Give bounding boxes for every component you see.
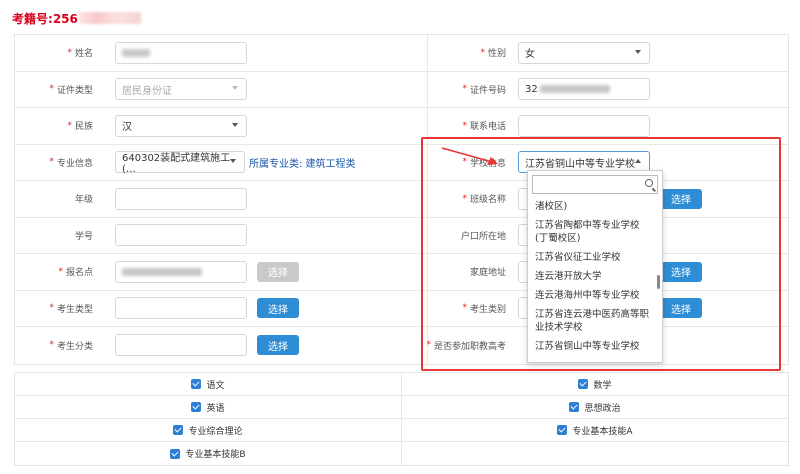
school-option[interactable]: 江苏省仪征工业学校 xyxy=(528,248,656,267)
class-name-label: * 班级名称 xyxy=(462,193,506,206)
candidate-type-select-button[interactable]: 选择 xyxy=(257,298,299,319)
name-input[interactable] xyxy=(115,41,247,64)
id-number-input[interactable]: 32 xyxy=(518,78,650,101)
phone-label: * 联系电话 xyxy=(462,120,506,133)
form-row: 学号 户口所在地 xyxy=(15,217,788,254)
home-address-select-button[interactable]: 选择 xyxy=(660,261,702,282)
candidate-category-label: * 考生类别 xyxy=(462,303,506,315)
checkbox-checked-icon[interactable] xyxy=(170,448,181,459)
subject-checklist: 语文 数学 英语 思想政治 专业综合理论 专业基本技能A 专业基本技能B xyxy=(14,372,789,466)
annotation-arrow-icon xyxy=(441,147,498,165)
vocational-label: * 是否参加职教高考 xyxy=(426,340,506,352)
subject-row: 语文 数学 xyxy=(15,373,788,396)
checkbox-checked-icon[interactable] xyxy=(557,425,568,435)
form-row: 年级 * 班级名称 选择 xyxy=(15,181,788,218)
redacted-region xyxy=(78,12,141,24)
subject-item[interactable]: 专业基本技能A xyxy=(402,419,788,441)
candidate-type-input[interactable] xyxy=(115,297,247,320)
checkbox-checked-icon[interactable] xyxy=(173,425,184,435)
exam-number-value: 256 xyxy=(52,12,78,26)
chevron-down-icon xyxy=(635,49,641,54)
subject-item[interactable]: 专业综合理论 xyxy=(15,419,402,441)
subject-item[interactable]: 专业基本技能B xyxy=(15,442,402,465)
grade-input[interactable] xyxy=(115,187,247,210)
form-row: * 证件类型 居民身份证 * 证件号码 32 xyxy=(15,71,788,108)
id-type-label: * 证件类型 xyxy=(49,84,93,96)
subject-row: 英语 思想政治 xyxy=(15,396,788,419)
subject-item-empty xyxy=(402,442,788,465)
gender-select[interactable]: 女 xyxy=(518,41,650,64)
search-icon xyxy=(645,179,653,187)
chevron-down-icon xyxy=(232,122,238,127)
class-select-button[interactable]: 选择 xyxy=(660,188,702,209)
subject-item[interactable]: 英语 xyxy=(15,396,402,418)
candidate-class-select-button[interactable]: 选择 xyxy=(257,335,299,356)
chevron-down-icon xyxy=(230,159,236,164)
form-row: * 考生类型 选择 * 考生类别 选择 xyxy=(15,290,788,327)
subject-item[interactable]: 语文 xyxy=(15,373,402,395)
school-option[interactable]: 江苏省铜山中等专业学校 xyxy=(528,337,656,356)
id-type-select[interactable]: 居民身份证 xyxy=(115,78,247,101)
exam-site-select-button[interactable]: 选择 xyxy=(257,261,299,282)
household-label: 户口所在地 xyxy=(460,231,506,242)
student-no-input[interactable] xyxy=(115,224,247,247)
major-label: * 专业信息 xyxy=(49,157,93,169)
major-category-link[interactable]: 所属专业类: 建筑工程类 xyxy=(249,155,356,170)
checkbox-checked-icon[interactable] xyxy=(191,379,202,389)
grade-label: 年级 xyxy=(74,195,93,206)
ethnicity-label: * 民族 xyxy=(67,120,93,133)
exam-number: 考籍号:256 xyxy=(12,10,141,27)
subject-row: 专业综合理论 专业基本技能A xyxy=(15,419,788,442)
form-row: * 报名点 选择 家庭地址 选择 xyxy=(15,254,788,291)
school-option[interactable]: 江苏省陶都中等专业学校(丁蜀校区) xyxy=(528,216,656,248)
id-number-label: * 证件号码 xyxy=(462,84,506,96)
subject-item[interactable]: 数学 xyxy=(402,373,788,395)
name-label: * 姓名 xyxy=(67,47,93,60)
school-option[interactable]: 连云港海州中等专业学校 xyxy=(528,286,656,305)
ethnicity-select[interactable]: 汉 xyxy=(115,114,247,137)
student-info-form: * 姓名 * 性别 女 * 证件类型 居民身份证 * 证件号码 32 * 民族 汉 * 联系… xyxy=(14,34,789,365)
form-row: * 姓名 * 性别 女 xyxy=(15,35,788,72)
school-option[interactable]: 渚校区) xyxy=(528,197,656,216)
dropdown-scrollbar[interactable] xyxy=(657,275,660,289)
checkbox-checked-icon[interactable] xyxy=(191,402,202,412)
form-row: *专业信息 640302装配式建筑施工(… 所属专业类: 建筑工程类 *学校信息… xyxy=(15,144,788,181)
checkbox-checked-icon[interactable] xyxy=(578,379,589,389)
major-select[interactable]: 640302装配式建筑施工(… xyxy=(115,151,245,175)
subject-row: 专业基本技能B xyxy=(15,442,788,465)
school-option[interactable]: 江苏省连云港中医药高等职业技术学校 xyxy=(528,305,656,337)
school-dropdown: 渚校区) 江苏省陶都中等专业学校(丁蜀校区) 江苏省仪征工业学校 连云港开放大学… xyxy=(527,170,663,363)
home-address-label: 家庭地址 xyxy=(469,268,506,279)
school-option-list: 渚校区) 江苏省陶都中等专业学校(丁蜀校区) 江苏省仪征工业学校 连云港开放大学… xyxy=(528,197,656,356)
candidate-category-select-button[interactable]: 选择 xyxy=(660,298,702,319)
school-search-input[interactable] xyxy=(532,175,658,194)
chevron-up-icon xyxy=(635,159,641,164)
candidate-class-label: * 考生分类 xyxy=(49,340,93,352)
subject-item[interactable]: 思想政治 xyxy=(402,396,788,418)
candidate-class-input[interactable] xyxy=(115,334,247,357)
student-no-label: 学号 xyxy=(74,231,93,242)
exam-number-label: 考籍号: xyxy=(12,12,53,26)
form-row: * 考生分类 选择 * 是否参加职教高考 xyxy=(15,327,788,364)
exam-site-label: * 报名点 xyxy=(58,266,93,279)
candidate-type-label: * 考生类型 xyxy=(49,303,93,315)
gender-label: * 性别 xyxy=(480,47,506,60)
exam-site-input[interactable] xyxy=(115,260,247,283)
checkbox-checked-icon[interactable] xyxy=(569,402,580,412)
phone-input[interactable] xyxy=(518,114,650,137)
form-row: * 民族 汉 * 联系电话 xyxy=(15,108,788,145)
chevron-down-icon xyxy=(232,86,238,91)
school-option[interactable]: 连云港开放大学 xyxy=(528,267,656,286)
